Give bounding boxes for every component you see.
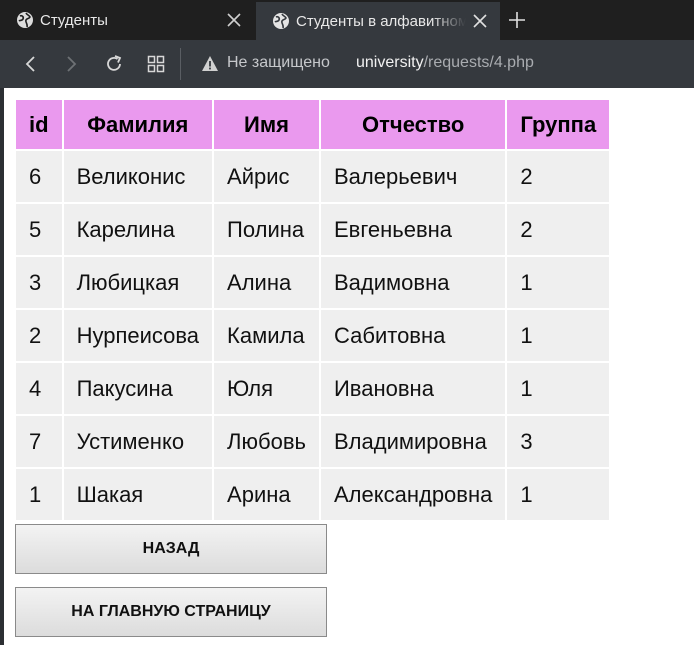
page-viewport: id Фамилия Имя Отчество Группа 6 Великон…: [0, 88, 694, 645]
cell-name: Полина: [214, 204, 319, 255]
cell-patronymic: Вадимовна: [320, 257, 506, 308]
cell-patronymic: Сабитовна: [320, 310, 506, 361]
cell-name: Айрис: [214, 151, 319, 202]
warning-icon[interactable]: [201, 55, 219, 72]
cell-name: Арина: [214, 469, 319, 520]
cell-id: 7: [16, 416, 62, 467]
cell-group: 2: [507, 151, 610, 202]
table-row: 2 Нурпеисова Камила Сабитовна 1: [16, 310, 610, 361]
cell-name: Камила: [214, 310, 319, 361]
cell-name: Алина: [214, 257, 319, 308]
table-row: 1 Шакая Арина Александровна 1: [16, 469, 610, 520]
url-host: university: [356, 54, 424, 71]
toolbar: Не защищено university/requests/4.php: [0, 40, 694, 88]
security-label[interactable]: Не защищено: [227, 54, 330, 72]
cell-group: 2: [507, 204, 610, 255]
table-row: 3 Любицкая Алина Вадимовна 1: [16, 257, 610, 308]
close-icon[interactable]: [472, 13, 488, 29]
browser-window: Студенты Студенты в алфавитном порядке: [0, 0, 694, 645]
cell-group: 1: [507, 363, 610, 414]
cell-patronymic: Ивановна: [320, 363, 506, 414]
cell-group: 1: [507, 310, 610, 361]
column-header-patronymic: Отчество: [320, 100, 506, 149]
cell-group: 3: [507, 416, 610, 467]
cell-surname: Нурпеисова: [63, 310, 213, 361]
cell-surname: Любицкая: [63, 257, 213, 308]
column-header-group: Группа: [507, 100, 610, 149]
table-row: 7 Устименко Любовь Владимировна 3: [16, 416, 610, 467]
cell-patronymic: Александровна: [320, 469, 506, 520]
cell-surname: Пакусина: [63, 363, 213, 414]
cell-surname: Устименко: [63, 416, 213, 467]
cell-group: 1: [507, 469, 610, 520]
cell-id: 3: [16, 257, 62, 308]
cell-patronymic: Владимировна: [320, 416, 506, 467]
cell-id: 6: [16, 151, 62, 202]
cell-patronymic: Евгеньевна: [320, 204, 506, 255]
cell-patronymic: Валерьевич: [320, 151, 506, 202]
column-header-name: Имя: [214, 100, 319, 149]
students-table: id Фамилия Имя Отчество Группа 6 Великон…: [14, 98, 611, 522]
tab-title: Студенты в алфавитном порядке: [296, 12, 466, 30]
table-header-row: id Фамилия Имя Отчество Группа: [16, 100, 610, 149]
plus-icon[interactable]: [507, 10, 527, 30]
cell-surname: Великонис: [63, 151, 213, 202]
forward-arrow-icon[interactable]: [61, 54, 81, 74]
cell-id: 1: [16, 469, 62, 520]
cell-surname: Шакая: [63, 469, 213, 520]
globe-icon: [273, 13, 289, 29]
address-bar[interactable]: university/requests/4.php: [356, 54, 534, 72]
close-icon[interactable]: [226, 12, 242, 28]
url-path: /requests/4.php: [423, 54, 534, 71]
column-header-surname: Фамилия: [63, 100, 213, 149]
cell-id: 4: [16, 363, 62, 414]
table-row: 6 Великонис Айрис Валерьевич 2: [16, 151, 610, 202]
tab-title: Студенты: [40, 11, 108, 29]
cell-id: 5: [16, 204, 62, 255]
cell-id: 2: [16, 310, 62, 361]
table-row: 5 Карелина Полина Евгеньевна 2: [16, 204, 610, 255]
back-arrow-icon[interactable]: [21, 54, 41, 74]
cell-surname: Карелина: [63, 204, 213, 255]
cell-name: Любовь: [214, 416, 319, 467]
tab-strip: Студенты Студенты в алфавитном порядке: [0, 0, 694, 40]
cell-name: Юля: [214, 363, 319, 414]
toolbar-separator: [180, 48, 181, 80]
apps-grid-icon[interactable]: [146, 54, 166, 74]
reload-icon[interactable]: [104, 54, 124, 74]
tab-students[interactable]: Студенты: [0, 0, 254, 40]
home-page-button[interactable]: НА ГЛАВНУЮ СТРАНИЦУ: [15, 587, 327, 637]
table-row: 4 Пакусина Юля Ивановна 1: [16, 363, 610, 414]
globe-icon: [17, 12, 33, 28]
cell-group: 1: [507, 257, 610, 308]
column-header-id: id: [16, 100, 62, 149]
tab-students-alphabetical[interactable]: Студенты в алфавитном порядке: [256, 2, 500, 40]
back-button[interactable]: НАЗАД: [15, 524, 327, 574]
